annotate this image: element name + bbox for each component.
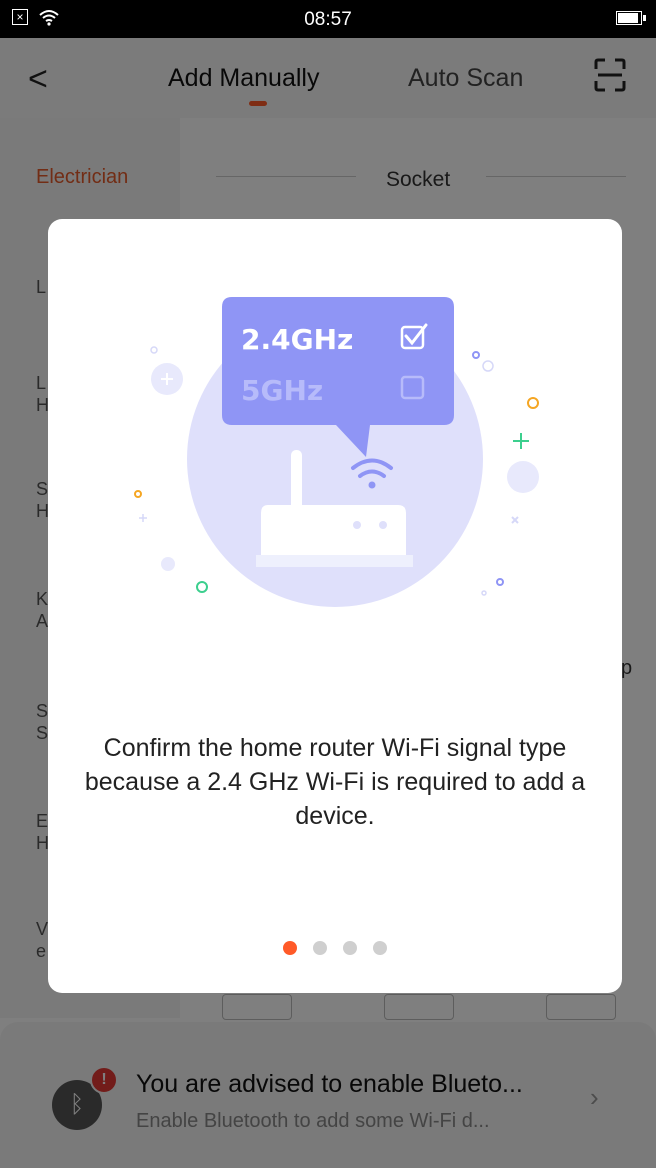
router-illustration: 2.4GHz 5GHz: [134, 297, 539, 607]
status-time: 08:57: [304, 9, 352, 30]
battery-icon: [616, 11, 646, 25]
page-dot[interactable]: [313, 941, 327, 955]
dialog-message: Confirm the home router Wi-Fi signal typ…: [84, 734, 586, 830]
page-dot[interactable]: [373, 941, 387, 955]
page-dot-active[interactable]: [283, 941, 297, 955]
band-5-label: 5GHz: [241, 374, 323, 407]
status-bar: × 08:57: [0, 0, 656, 38]
page-dot[interactable]: [343, 941, 357, 955]
page-indicator: [48, 941, 622, 955]
wifi-tip-dialog: 2.4GHz 5GHz Confirm the home router Wi-F…: [48, 219, 622, 993]
band-24-label: 2.4GHz: [241, 323, 353, 356]
